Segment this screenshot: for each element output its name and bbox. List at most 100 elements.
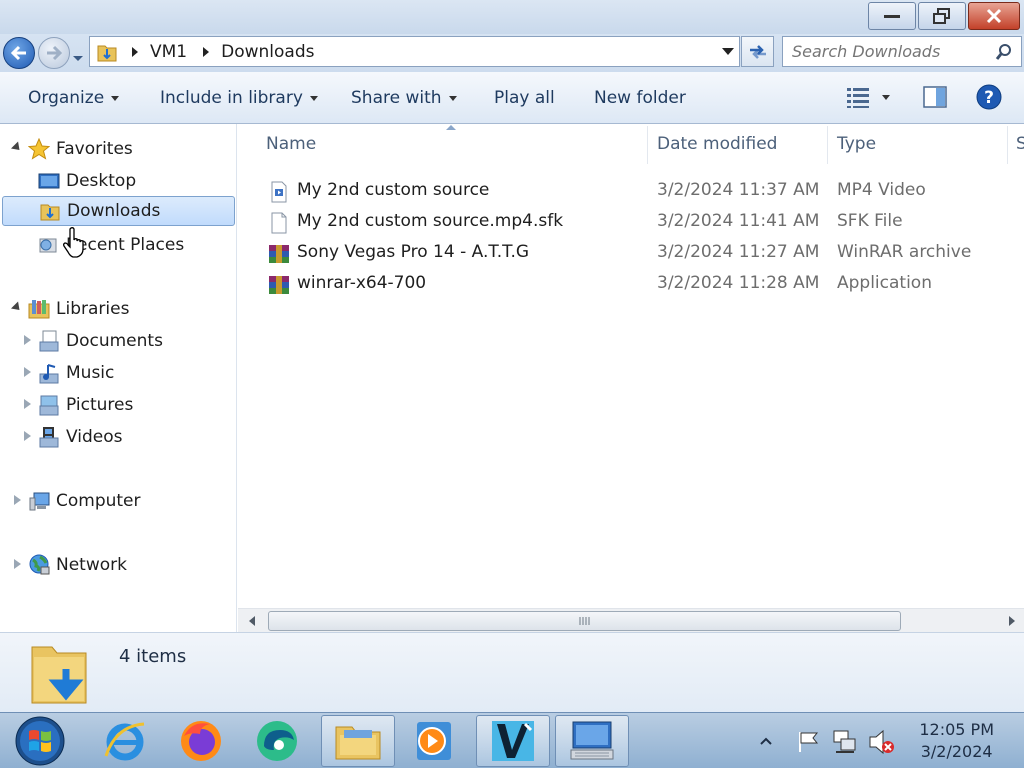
nav-videos[interactable]: Videos <box>38 422 123 452</box>
scroll-right-icon[interactable] <box>1008 616 1016 626</box>
sort-ascending-icon <box>446 125 456 130</box>
help-icon: ? <box>976 84 1002 110</box>
play-all-button[interactable]: Play all <box>494 88 555 108</box>
title-bar <box>0 0 1024 34</box>
restore-icon <box>933 8 950 24</box>
expand-arrow-icon[interactable] <box>24 367 31 377</box>
share-with-label: Share with <box>351 88 442 108</box>
action-center-flag-icon[interactable] <box>797 731 821 753</box>
expand-arrow-icon[interactable] <box>14 495 21 505</box>
file-row[interactable]: Sony Vegas Pro 14 - A.T.T.G 3/2/2024 11:… <box>264 237 1024 267</box>
recent-places-icon <box>38 234 60 256</box>
nav-desktop[interactable]: Desktop <box>38 166 136 196</box>
column-header-date-modified[interactable]: Date modified <box>657 134 777 154</box>
show-hidden-icons-chevron[interactable] <box>760 737 772 745</box>
taskbar-media-player[interactable] <box>397 715 471 767</box>
forward-arrow-icon <box>47 45 63 61</box>
file-row[interactable]: My 2nd custom source.mp4.sfk 3/2/2024 11… <box>264 206 1024 236</box>
expand-arrow-icon[interactable] <box>14 559 21 569</box>
horizontal-scrollbar[interactable] <box>238 608 1024 632</box>
nav-videos-label: Videos <box>66 427 123 447</box>
system-clock[interactable]: 12:05 PM 3/2/2024 <box>919 719 994 763</box>
file-row[interactable]: winrar-x64-700 3/2/2024 11:28 AM Applica… <box>264 268 1024 298</box>
minimize-button[interactable] <box>868 2 916 30</box>
expand-arrow-icon[interactable] <box>24 431 31 441</box>
close-button[interactable] <box>968 2 1020 30</box>
expand-arrow-icon[interactable] <box>10 301 24 314</box>
taskbar-internet-explorer[interactable] <box>88 715 162 767</box>
share-with-menu[interactable]: Share with <box>351 88 457 108</box>
nav-computer[interactable]: Computer <box>28 486 141 516</box>
file-row[interactable]: My 2nd custom source 3/2/2024 11:37 AM M… <box>264 175 1024 205</box>
start-button[interactable] <box>4 715 76 767</box>
chevron-down-icon <box>111 95 120 101</box>
taskbar-file-explorer[interactable] <box>321 715 395 767</box>
window-controls <box>866 2 1020 30</box>
navigation-pane: Favorites Desktop Downloads Recent Place… <box>0 124 237 632</box>
nav-pictures-label: Pictures <box>66 395 134 415</box>
preview-pane-button[interactable] <box>923 85 947 109</box>
address-bar[interactable]: VM1 Downloads <box>89 36 740 67</box>
nav-downloads[interactable]: Downloads <box>2 196 235 226</box>
nav-documents[interactable]: Documents <box>38 326 163 356</box>
new-folder-label: New folder <box>594 88 686 108</box>
back-button[interactable] <box>3 37 35 69</box>
scroll-left-icon[interactable] <box>248 616 256 626</box>
breadcrumb-vm1[interactable]: VM1 <box>150 42 187 62</box>
search-input[interactable] <box>792 42 992 61</box>
scrollbar-thumb[interactable] <box>268 611 901 631</box>
forward-button[interactable] <box>38 37 70 69</box>
preview-pane-icon <box>923 86 947 108</box>
svg-text:?: ? <box>984 88 994 108</box>
nav-recent-places[interactable]: Recent Places <box>38 230 184 260</box>
network-globe-icon <box>28 554 50 576</box>
nav-music[interactable]: Music <box>38 358 114 388</box>
taskbar-edge[interactable] <box>240 715 314 767</box>
file-name: My 2nd custom source <box>297 180 490 200</box>
libraries-icon <box>28 298 50 320</box>
column-divider[interactable] <box>1007 126 1008 164</box>
taskbar-remote-desktop[interactable] <box>555 715 629 767</box>
nav-pictures[interactable]: Pictures <box>38 390 133 420</box>
include-in-library-menu[interactable]: Include in library <box>160 88 318 108</box>
help-button[interactable]: ? <box>976 84 1002 110</box>
file-type: MP4 Video <box>837 180 926 200</box>
item-count: 4 items <box>119 646 187 667</box>
organize-label: Organize <box>28 88 105 108</box>
expand-arrow-icon[interactable] <box>24 399 31 409</box>
expand-arrow-icon[interactable] <box>10 141 24 154</box>
network-status-icon[interactable] <box>832 729 858 755</box>
column-divider[interactable] <box>647 126 648 164</box>
firefox-icon <box>181 721 221 761</box>
nav-libraries[interactable]: Libraries <box>28 294 129 324</box>
organize-menu[interactable]: Organize <box>28 88 120 108</box>
grip-icon <box>579 617 589 625</box>
taskbar-firefox[interactable] <box>164 715 238 767</box>
expand-arrow-icon[interactable] <box>24 335 31 345</box>
address-history-chevron-icon[interactable] <box>721 47 735 57</box>
videos-icon <box>38 426 60 448</box>
restore-button[interactable] <box>918 2 966 30</box>
column-header-size[interactable]: S <box>1016 134 1024 154</box>
nav-network-label: Network <box>56 555 127 575</box>
search-icon[interactable] <box>995 43 1013 61</box>
nav-favorites[interactable]: Favorites <box>28 134 133 164</box>
volume-muted-icon[interactable] <box>868 729 896 755</box>
play-all-label: Play all <box>494 88 555 108</box>
details-view-icon <box>847 88 869 108</box>
winrar-icon <box>269 276 289 294</box>
chevron-down-icon[interactable] <box>882 94 890 100</box>
recent-pages-dropdown[interactable] <box>72 48 84 68</box>
refresh-button[interactable] <box>741 36 774 67</box>
taskbar-vegas-pro[interactable] <box>476 715 550 767</box>
nav-network[interactable]: Network <box>28 550 127 580</box>
column-header-type[interactable]: Type <box>837 134 876 154</box>
change-view-button[interactable] <box>846 85 890 109</box>
column-divider[interactable] <box>827 126 828 164</box>
breadcrumb-downloads[interactable]: Downloads <box>221 42 314 62</box>
chevron-down-icon <box>448 95 457 101</box>
search-box[interactable] <box>782 36 1022 67</box>
winrar-icon <box>269 245 289 263</box>
column-header-name[interactable]: Name <box>266 134 316 154</box>
new-folder-button[interactable]: New folder <box>594 88 686 108</box>
